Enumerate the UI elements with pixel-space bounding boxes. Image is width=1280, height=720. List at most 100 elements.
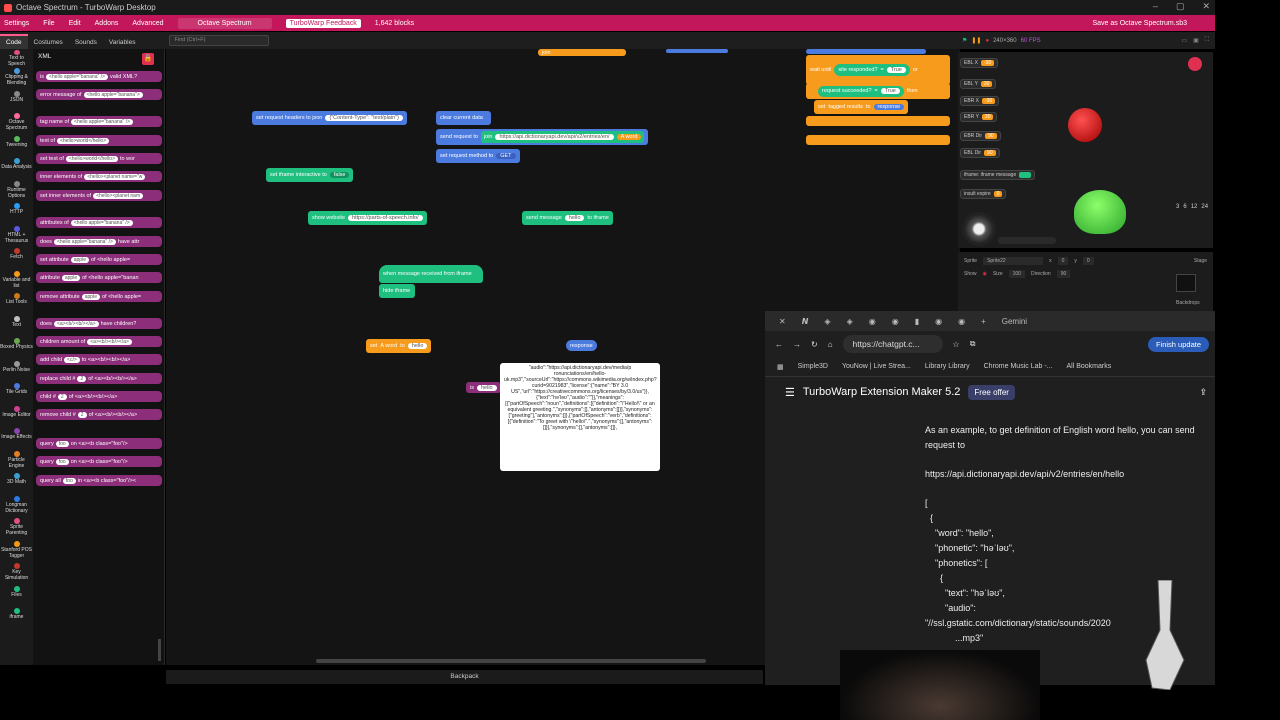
menu-file[interactable]: File: [43, 20, 54, 27]
xml-block[interactable]: text of <hello>world</hello>: [36, 135, 162, 146]
close-tab-icon[interactable]: ✕: [779, 317, 786, 326]
tab-icon[interactable]: ◉: [892, 317, 899, 326]
tab-code[interactable]: Code: [0, 34, 28, 49]
block-input[interactable]: foo: [62, 477, 76, 484]
forward-icon[interactable]: →: [793, 340, 801, 349]
variable-monitor[interactable]: EBL Dir 90: [960, 148, 1000, 158]
category-octave-spectrum[interactable]: Octave Spectrum: [0, 112, 33, 135]
block-input[interactable]: <hello>world</hello>: [65, 155, 119, 162]
stage-thumbnail[interactable]: [1176, 274, 1196, 292]
set-request-headers-block[interactable]: set request headers to json {"Content-Ty…: [252, 111, 407, 125]
category-sprite-parenting[interactable]: Sprite Parenting: [0, 517, 33, 540]
category-html-thesaurus[interactable]: HTML + Thesaurus: [0, 225, 33, 248]
tab-variables[interactable]: Variables: [103, 36, 142, 49]
minimize-icon[interactable]: –: [1153, 1, 1158, 12]
xml-block[interactable]: does <hello apple="banana" /> have attr: [36, 236, 162, 247]
category-fetch[interactable]: Fetch: [0, 247, 33, 270]
partial-block[interactable]: join: [538, 49, 626, 56]
apps-icon[interactable]: ▦: [777, 363, 784, 371]
partial-block-blue-2[interactable]: [806, 49, 926, 54]
menu-icon[interactable]: ☰: [785, 386, 795, 399]
xml-block[interactable]: error message of <hello apple="banana">: [36, 89, 162, 100]
xml-block[interactable]: tag name of <hello apple="banana" />: [36, 116, 162, 127]
interactive-dropdown[interactable]: false: [329, 172, 350, 178]
xml-block[interactable]: child #2 of <a><b/><b/></a>: [36, 391, 162, 402]
category-particle-engine[interactable]: Particle Engine: [0, 450, 33, 473]
variable-monitor[interactable]: EBL X -30: [960, 58, 999, 68]
extension-lock-icon[interactable]: 🔒: [142, 53, 154, 65]
backpack-bar[interactable]: Backpack: [166, 670, 763, 684]
xml-block[interactable]: does <a><b/><b/></a> have children?: [36, 318, 162, 329]
xml-block[interactable]: attribute apple of <hello apple="banan: [36, 272, 162, 283]
url-input[interactable]: https://api.dictionaryapi.dev/api/v2/ent…: [495, 134, 614, 140]
category-boxed-physics[interactable]: Boxed Physics: [0, 337, 33, 360]
xml-block[interactable]: remove attribute apple of <hello apple=: [36, 291, 162, 302]
block-input[interactable]: foo: [55, 458, 69, 465]
category-files[interactable]: Files: [0, 585, 33, 608]
block-input[interactable]: apple: [81, 293, 100, 300]
direction-input[interactable]: 90: [1056, 270, 1071, 278]
tab-icon[interactable]: ◉: [869, 317, 876, 326]
block-input[interactable]: <hello apple="banana" />: [70, 219, 133, 226]
green-flag-icon[interactable]: ⚑: [962, 37, 967, 44]
project-title-input[interactable]: Octave Spectrum: [177, 17, 272, 29]
response-reporter[interactable]: response: [566, 340, 597, 351]
join-reporter[interactable]: join https://api.dictionaryapi.dev/api/v…: [480, 131, 645, 143]
fullscreen-icon[interactable]: ⛶: [1205, 37, 1209, 44]
y-input[interactable]: 0: [1082, 257, 1094, 265]
category-iframe[interactable]: iframe: [0, 607, 33, 630]
send-request-block[interactable]: send request to join https://api.diction…: [436, 129, 649, 145]
block-input[interactable]: <c/>: [64, 356, 80, 363]
maximize-icon[interactable]: ▢: [1176, 1, 1185, 12]
category-list-tools[interactable]: List Tools: [0, 292, 33, 315]
variable-monitor[interactable]: EBR Y 30: [960, 112, 998, 122]
stop-icon[interactable]: ●: [985, 38, 989, 44]
variable-monitor[interactable]: insult expire 0: [960, 189, 1007, 199]
variable-monitor[interactable]: EBL Y 30: [960, 79, 997, 89]
tab-icon[interactable]: ◈: [847, 317, 853, 326]
category-runtime-options[interactable]: Runtime Options: [0, 180, 33, 203]
category-image-effects[interactable]: Image Effects: [0, 427, 33, 450]
method-dropdown[interactable]: GET: [496, 153, 516, 159]
eye-icon[interactable]: ◉: [983, 271, 987, 277]
website-input[interactable]: https://parts-of-speech.info/: [348, 215, 423, 221]
site-responded-comparison[interactable]: site responded? = True: [834, 64, 910, 76]
xml-block[interactable]: set inner elements of <hello><planet nam: [36, 190, 162, 201]
menu-advanced[interactable]: Advanced: [132, 20, 163, 27]
block-input[interactable]: 2: [57, 393, 67, 400]
block-input[interactable]: <hello><planet nam: [93, 192, 144, 199]
bookmark-item[interactable]: YouNow | Live Strea...: [842, 363, 911, 370]
tab-icon[interactable]: 𝙉: [802, 317, 809, 326]
palette-scrollbar[interactable]: [158, 639, 161, 661]
block-input[interactable]: 2: [77, 411, 87, 418]
xml-block[interactable]: children amount of <a><b/><b/></a>: [36, 336, 162, 347]
set-request-method-block[interactable]: set request method to GET: [436, 149, 520, 163]
message-input[interactable]: hello: [564, 215, 585, 221]
is-valid-block[interactable]: is hello: [466, 382, 501, 393]
block-input[interactable]: <a><b/><b/></a>: [53, 320, 99, 327]
set-variable-block[interactable]: set A word to hello: [366, 339, 432, 353]
small-stage-icon[interactable]: ▭: [1181, 37, 1187, 44]
category-clipping-blending[interactable]: Clipping & Blending: [0, 67, 33, 90]
true-input-2[interactable]: True: [880, 88, 900, 94]
tagged-variable[interactable]: tagged results: [828, 104, 863, 110]
save-as-button[interactable]: Save as Octave Spectrum.sb3: [1092, 20, 1187, 27]
new-tab-icon[interactable]: +: [981, 317, 986, 326]
category-variable-and-list[interactable]: Variable and list: [0, 270, 33, 293]
a-word-variable[interactable]: A word: [616, 134, 642, 140]
variable-monitor[interactable]: EBR Dir 90: [960, 131, 1001, 141]
xml-block[interactable]: add child <c/> to <a><b/><b/></a>: [36, 354, 162, 365]
category-tile-grids[interactable]: Tile Grids: [0, 382, 33, 405]
tab-icon[interactable]: ▮: [915, 317, 919, 326]
block-input[interactable]: <hello>world</hello>: [56, 137, 110, 144]
size-input[interactable]: 100: [1008, 270, 1025, 278]
bookmark-star-icon[interactable]: ☆: [953, 340, 960, 349]
back-icon[interactable]: ←: [775, 340, 783, 349]
xml-block[interactable]: attributes of <hello apple="banana" />: [36, 217, 162, 228]
block-input[interactable]: <hello apple="banana" />: [71, 118, 134, 125]
menu-edit[interactable]: Edit: [69, 20, 81, 27]
x-input[interactable]: 0: [1057, 257, 1069, 265]
block-input[interactable]: <hello apple="banana" />: [45, 73, 108, 80]
true-input[interactable]: True: [886, 67, 906, 73]
large-stage-icon[interactable]: ▣: [1193, 37, 1199, 44]
